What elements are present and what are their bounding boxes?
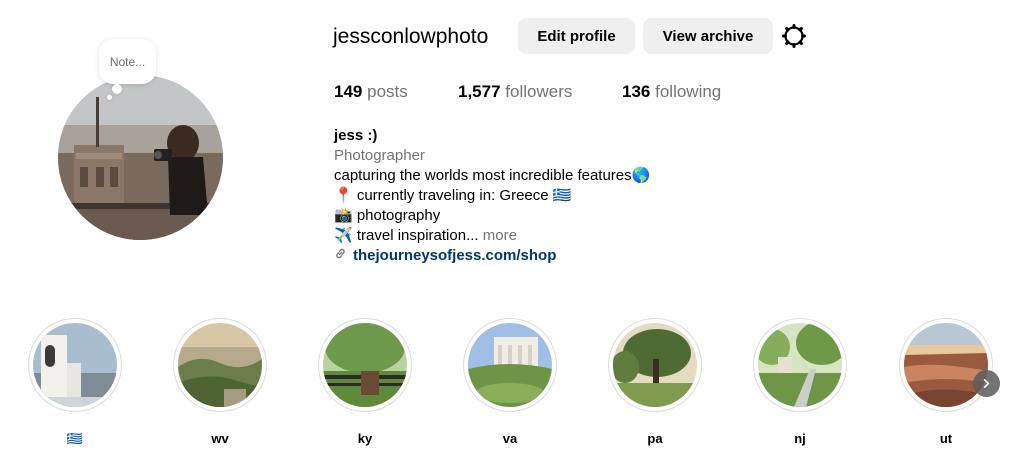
highlight-cover-image bbox=[468, 323, 552, 407]
profile-username: jessconlowphoto bbox=[333, 25, 489, 48]
profile-avatar[interactable] bbox=[58, 75, 223, 240]
highlight-label: nj bbox=[794, 431, 806, 446]
highlight-label: ky bbox=[357, 431, 373, 446]
highlight-item[interactable]: va bbox=[462, 318, 558, 447]
highlight-cover-image bbox=[904, 323, 988, 407]
highlight-item[interactable]: ky bbox=[317, 318, 413, 447]
highlight-label: pa bbox=[647, 431, 663, 446]
chevron-right-icon[interactable] bbox=[973, 370, 1000, 397]
highlight-cover-image bbox=[323, 323, 407, 407]
following-stat[interactable]: 136 following bbox=[622, 82, 721, 102]
gear-icon[interactable] bbox=[781, 23, 807, 49]
highlight-cover-image bbox=[33, 323, 117, 407]
note-bubble-tail bbox=[112, 84, 122, 94]
following-count: 136 bbox=[622, 82, 651, 101]
profile-bio: jess :) Photographer capturing the world… bbox=[334, 126, 754, 266]
avatar-photo bbox=[58, 75, 223, 240]
note-placeholder: Note... bbox=[109, 54, 146, 69]
bio-more-link[interactable]: more bbox=[483, 227, 517, 244]
highlight-cover-ring[interactable] bbox=[463, 318, 557, 412]
posts-stat: 149 posts bbox=[334, 82, 408, 102]
highlight-item[interactable]: nj bbox=[752, 318, 848, 447]
followers-label: followers bbox=[505, 82, 573, 101]
bio-link-row[interactable]: thejourneysofjess.com/shop bbox=[334, 246, 754, 266]
highlight-label: wv bbox=[211, 431, 229, 446]
highlight-cover-ring[interactable] bbox=[753, 318, 847, 412]
view-archive-button[interactable]: View archive bbox=[643, 18, 773, 54]
bio-name: jess :) bbox=[334, 127, 378, 144]
highlight-cover-image bbox=[178, 323, 262, 407]
bio-line: 📸 photography bbox=[334, 207, 441, 224]
bio-category: Photographer bbox=[334, 147, 425, 164]
bio-line: capturing the worlds most incredible fea… bbox=[334, 167, 651, 184]
note-bubble-tail-dot bbox=[107, 95, 112, 100]
highlight-cover-ring[interactable] bbox=[28, 318, 122, 412]
link-icon bbox=[334, 246, 347, 266]
note-bubble[interactable]: Note... bbox=[99, 39, 156, 84]
highlight-cover-image bbox=[613, 323, 697, 407]
highlight-cover-ring[interactable] bbox=[608, 318, 702, 412]
highlight-cover-ring[interactable] bbox=[899, 318, 993, 412]
highlight-item[interactable]: pa bbox=[607, 318, 703, 447]
bio-line: 📍 currently traveling in: Greece 🇬🇷 bbox=[334, 187, 572, 204]
followers-count: 1,577 bbox=[458, 82, 501, 101]
highlight-cover-image bbox=[758, 323, 842, 407]
highlight-label: va bbox=[502, 431, 518, 446]
highlight-label: ut bbox=[939, 431, 953, 446]
highlight-cover-ring[interactable] bbox=[173, 318, 267, 412]
following-label: following bbox=[655, 82, 722, 101]
highlight-item[interactable]: 🇬🇷 bbox=[27, 318, 123, 447]
highlight-label: 🇬🇷 bbox=[66, 431, 84, 446]
posts-count: 149 bbox=[334, 82, 363, 101]
followers-stat[interactable]: 1,577 followers bbox=[458, 82, 572, 102]
posts-label: posts bbox=[367, 82, 408, 101]
highlight-item[interactable]: wv bbox=[172, 318, 268, 447]
edit-profile-button[interactable]: Edit profile bbox=[518, 18, 635, 54]
bio-website-link[interactable]: thejourneysofjess.com/shop bbox=[353, 246, 556, 266]
bio-line: ✈️ travel inspiration... bbox=[334, 227, 479, 244]
bio-line-truncated: ✈️ travel inspiration... more bbox=[334, 226, 754, 246]
highlight-cover-ring[interactable] bbox=[318, 318, 412, 412]
